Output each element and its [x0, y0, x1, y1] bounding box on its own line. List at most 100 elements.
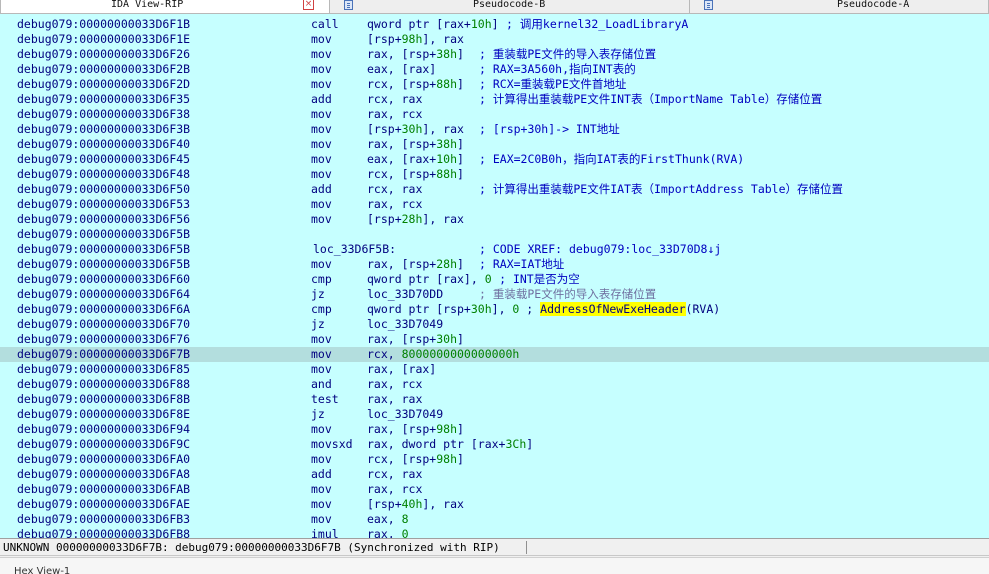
operands[interactable]: rax, [rsp+30h]	[367, 332, 464, 347]
address[interactable]: debug079:00000000033D6F6A	[17, 302, 190, 317]
tab-pseudocode-b[interactable]: Pseudocode-B	[330, 0, 690, 13]
instruction-row[interactable]: debug079:00000000033D6F76 mov rax, [rsp+30…	[0, 332, 989, 347]
operands[interactable]: rax, rcx	[367, 197, 422, 212]
address[interactable]: debug079:00000000033D6F53	[17, 197, 190, 212]
instruction-row[interactable]: debug079:00000000033D6F1E mov [rsp+98h], r…	[0, 32, 989, 47]
address[interactable]: debug079:00000000033D6FB8	[17, 527, 190, 538]
tab-pseudocode-a[interactable]: Pseudocode-A	[690, 0, 989, 13]
instruction-row[interactable]: debug079:00000000033D6F60 cmp qword ptr [r…	[0, 272, 989, 287]
instruction-row[interactable]: debug079:00000000033D6F8E jz loc_33D7049	[0, 407, 989, 422]
instruction-row[interactable]: debug079:00000000033D6F40 mov rax, [rsp+38…	[0, 137, 989, 152]
address[interactable]: debug079:00000000033D6F2D	[17, 77, 190, 92]
address[interactable]: debug079:00000000033D6F56	[17, 212, 190, 227]
instruction-row[interactable]: debug079:00000000033D6FB8 imul rax, 0	[0, 527, 989, 538]
instruction-row[interactable]: debug079:00000000033D6F5B mov rax, [rsp+28…	[0, 257, 989, 272]
instruction-row[interactable]: debug079:00000000033D6F64 jz loc_33D70DD ; …	[0, 287, 989, 302]
operands[interactable]: eax, [rax]	[367, 62, 436, 77]
address[interactable]: debug079:00000000033D6F35	[17, 92, 190, 107]
address[interactable]: debug079:00000000033D6F5B	[17, 227, 190, 242]
operands[interactable]: rax, dword ptr [rax+3Ch]	[367, 437, 533, 452]
address[interactable]: debug079:00000000033D6FA8	[17, 467, 190, 482]
operands[interactable]: rax, rcx	[367, 482, 422, 497]
address[interactable]: debug079:00000000033D6F85	[17, 362, 190, 377]
code-label[interactable]: loc_33D6F5B:	[313, 242, 396, 257]
address[interactable]: debug079:00000000033D6F76	[17, 332, 190, 347]
operands[interactable]: rax, rax	[367, 392, 422, 407]
instruction-row[interactable]: debug079:00000000033D6F56 mov [rsp+28h], r…	[0, 212, 989, 227]
operands[interactable]: rax, [rsp+38h]	[367, 137, 464, 152]
address[interactable]: debug079:00000000033D6F5B	[17, 242, 190, 257]
address[interactable]: debug079:00000000033D6F94	[17, 422, 190, 437]
instruction-row[interactable]: debug079:00000000033D6F45 mov eax, [rax+10…	[0, 152, 989, 167]
address[interactable]: debug079:00000000033D6F8B	[17, 392, 190, 407]
instruction-row[interactable]: debug079:00000000033D6F2D mov rcx, [rsp+88…	[0, 77, 989, 92]
address[interactable]: debug079:00000000033D6F8E	[17, 407, 190, 422]
operands[interactable]: qword ptr [rax+10h]	[367, 17, 499, 32]
address[interactable]: debug079:00000000033D6F70	[17, 317, 190, 332]
instruction-row[interactable]: debug079:00000000033D6FAE mov [rsp+40h], r…	[0, 497, 989, 512]
instruction-row[interactable]: debug079:00000000033D6F50 add rcx, rax ; 计算…	[0, 182, 989, 197]
instruction-row[interactable]: debug079:00000000033D6FA8 add rcx, rax	[0, 467, 989, 482]
instruction-row[interactable]: debug079:00000000033D6F5B loc_33D6F5B: ; C…	[0, 242, 989, 257]
operands[interactable]: eax, [rax+10h]	[367, 152, 464, 167]
operands[interactable]: rcx, [rsp+88h]	[367, 77, 464, 92]
address[interactable]: debug079:00000000033D6F1B	[17, 17, 190, 32]
address[interactable]: debug079:00000000033D6FA0	[17, 452, 190, 467]
instruction-row[interactable]: debug079:00000000033D6F2B mov eax, [rax] ; …	[0, 62, 989, 77]
instruction-row[interactable]: debug079:00000000033D6F9C movsxd rax, dwor…	[0, 437, 989, 452]
address[interactable]: debug079:00000000033D6F5B	[17, 257, 190, 272]
address[interactable]: debug079:00000000033D6F60	[17, 272, 190, 287]
instruction-row[interactable]: debug079:00000000033D6FA0 mov rcx, [rsp+98…	[0, 452, 989, 467]
instruction-row[interactable]: debug079:00000000033D6F94 mov rax, [rsp+98…	[0, 422, 989, 437]
address[interactable]: debug079:00000000033D6F38	[17, 107, 190, 122]
operands[interactable]: rcx, [rsp+88h]	[367, 167, 464, 182]
operands[interactable]: [rsp+40h], rax	[367, 497, 464, 512]
instruction-row[interactable]: debug079:00000000033D6F70 jz loc_33D7049	[0, 317, 989, 332]
operands[interactable]: rax, [rsp+98h]	[367, 422, 464, 437]
operands[interactable]: rcx, rax	[367, 467, 422, 482]
address[interactable]: debug079:00000000033D6F9C	[17, 437, 190, 452]
instruction-row[interactable]: debug079:00000000033D6F48 mov rcx, [rsp+88…	[0, 167, 989, 182]
operands[interactable]: [rsp+28h], rax	[367, 212, 464, 227]
address[interactable]: debug079:00000000033D6F2B	[17, 62, 190, 77]
highlighted-name[interactable]: AddressOfNewExeHeader	[540, 302, 686, 316]
operands[interactable]: qword ptr [rax], 0	[367, 272, 492, 287]
address[interactable]: debug079:00000000033D6F3B	[17, 122, 190, 137]
instruction-row[interactable]: debug079:00000000033D6F8B test rax, rax	[0, 392, 989, 407]
instruction-row[interactable]: debug079:00000000033D6FB3 mov eax, 8	[0, 512, 989, 527]
operands[interactable]: loc_33D7049	[367, 407, 443, 422]
operands[interactable]: rax, rcx	[367, 377, 422, 392]
operands[interactable]: rcx, rax	[367, 92, 422, 107]
instruction-row[interactable]: debug079:00000000033D6FAB mov rax, rcx	[0, 482, 989, 497]
address[interactable]: debug079:00000000033D6F50	[17, 182, 190, 197]
address[interactable]: debug079:00000000033D6F88	[17, 377, 190, 392]
tab-ida-view-rip[interactable]: IDA View-RIP ×	[0, 0, 330, 13]
address[interactable]: debug079:00000000033D6F40	[17, 137, 190, 152]
operands[interactable]: loc_33D70DD	[367, 287, 443, 302]
operands[interactable]: rax, [rsp+38h]	[367, 47, 464, 62]
operands[interactable]: [rsp+30h], rax	[367, 122, 464, 137]
operands[interactable]: rcx, 8000000000000000h	[367, 347, 519, 362]
instruction-row[interactable]: debug079:00000000033D6F26 mov rax, [rsp+38…	[0, 47, 989, 62]
address[interactable]: debug079:00000000033D6F64	[17, 287, 190, 302]
instruction-row[interactable]: debug079:00000000033D6F5B	[0, 227, 989, 242]
instruction-row[interactable]: debug079:00000000033D6F88 and rax, rcx	[0, 377, 989, 392]
close-tab-icon[interactable]: ×	[303, 0, 314, 10]
instruction-row[interactable]: debug079:00000000033D6F53 mov rax, rcx	[0, 197, 989, 212]
instruction-row[interactable]: debug079:00000000033D6F6A cmp qword ptr [r…	[0, 302, 989, 317]
address[interactable]: debug079:00000000033D6F7B	[17, 347, 190, 362]
operands[interactable]: loc_33D7049	[367, 317, 443, 332]
instruction-row[interactable]: debug079:00000000033D6F35 add rcx, rax ; 计算…	[0, 92, 989, 107]
instruction-row[interactable]: debug079:00000000033D6F38 mov rax, rcx	[0, 107, 989, 122]
disassembly-view[interactable]: debug079:00000000033D6F1B call qword ptr […	[0, 14, 989, 538]
operands[interactable]: rcx, rax	[367, 182, 422, 197]
instruction-row[interactable]: debug079:00000000033D6F3B mov [rsp+30h], r…	[0, 122, 989, 137]
instruction-row[interactable]: debug079:00000000033D6F1B call qword ptr […	[0, 17, 989, 32]
address[interactable]: debug079:00000000033D6F45	[17, 152, 190, 167]
instruction-row[interactable]: debug079:00000000033D6F85 mov rax, [rax]	[0, 362, 989, 377]
address[interactable]: debug079:00000000033D6FAE	[17, 497, 190, 512]
current-instruction-row[interactable]: debug079:00000000033D6F7B mov rcx, 8000000…	[0, 347, 989, 362]
address[interactable]: debug079:00000000033D6FAB	[17, 482, 190, 497]
operands[interactable]: rax, [rax]	[367, 362, 436, 377]
operands[interactable]: rcx, [rsp+98h]	[367, 452, 464, 467]
